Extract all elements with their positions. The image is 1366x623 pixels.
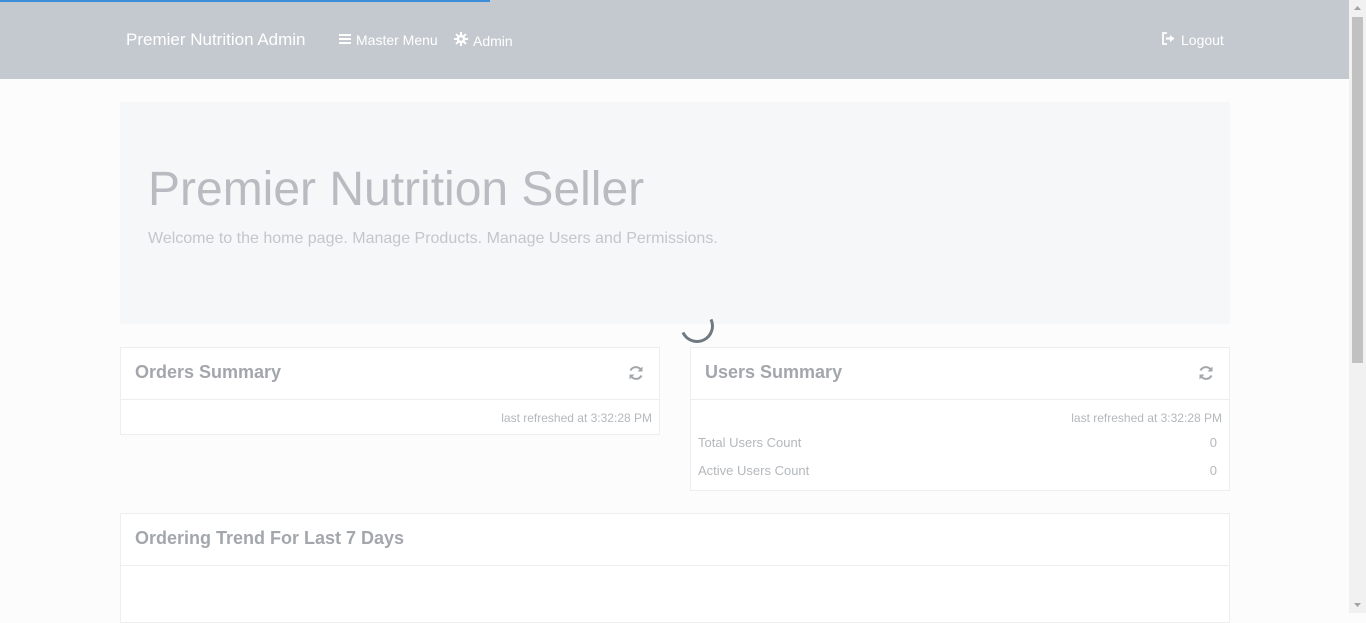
orders-last-refreshed: last refreshed at 3:32:28 PM	[501, 411, 652, 425]
total-users-value: 0	[1209, 435, 1217, 450]
page-scrollbar[interactable]	[1349, 0, 1366, 613]
top-navbar: Premier Nutrition Admin Master Menu Admi…	[0, 0, 1349, 79]
users-summary-title: Users Summary	[705, 362, 843, 382]
scroll-down-arrow-icon[interactable]	[1349, 596, 1366, 613]
welcome-jumbotron: Premier Nutrition Seller Welcome to the …	[120, 102, 1230, 324]
logout-icon	[1162, 32, 1176, 48]
page-title: Premier Nutrition Seller	[148, 163, 645, 216]
gear-icon	[454, 32, 468, 49]
orders-summary-header: Orders Summary	[121, 348, 659, 400]
orders-summary-title: Orders Summary	[135, 362, 282, 382]
users-summary-panel: Users Summary last refreshed at 3:32:28 …	[690, 347, 1230, 491]
scrollbar-thumb[interactable]	[1352, 17, 1363, 363]
master-menu-link[interactable]: Master Menu	[339, 32, 438, 48]
ordering-trend-panel: Ordering Trend For Last 7 Days	[120, 513, 1230, 623]
logout-link[interactable]: Logout	[1162, 32, 1224, 48]
active-users-value: 0	[1209, 463, 1217, 478]
master-menu-label: Master Menu	[356, 32, 438, 48]
ordering-trend-header: Ordering Trend For Last 7 Days	[121, 514, 1229, 566]
refresh-icon[interactable]	[627, 364, 645, 382]
admin-label: Admin	[473, 32, 513, 49]
total-users-label: Total Users Count	[698, 435, 802, 450]
ordering-trend-title: Ordering Trend For Last 7 Days	[135, 528, 405, 548]
admin-link[interactable]: Admin	[454, 32, 513, 49]
orders-summary-panel: Orders Summary last refreshed at 3:32:28…	[120, 347, 660, 435]
logout-label: Logout	[1181, 32, 1224, 48]
hamburger-icon	[339, 32, 351, 48]
brand-link[interactable]: Premier Nutrition Admin	[126, 30, 306, 50]
refresh-icon[interactable]	[1197, 364, 1215, 382]
users-last-refreshed: last refreshed at 3:32:28 PM	[1071, 411, 1222, 425]
page-subtitle: Welcome to the home page. Manage Product…	[148, 230, 718, 247]
users-summary-header: Users Summary	[691, 348, 1229, 400]
page-load-progress-bar	[0, 0, 490, 2]
scroll-up-arrow-icon[interactable]	[1349, 0, 1366, 17]
active-users-label: Active Users Count	[698, 463, 810, 478]
